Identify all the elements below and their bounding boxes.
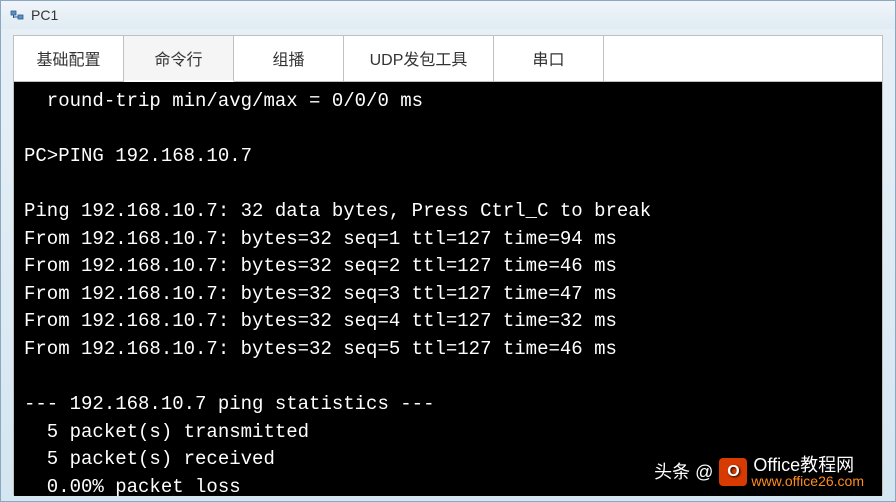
tab-udp-tool[interactable]: UDP发包工具 [344,36,494,81]
titlebar[interactable]: PC1 [1,1,895,29]
terminal-line: From 192.168.10.7: bytes=32 seq=3 ttl=12… [24,283,617,305]
tab-command-line[interactable]: 命令行 [124,36,234,82]
tab-serial[interactable]: 串口 [494,36,604,81]
watermark: 头条 @ O Office教程网 www.office26.com [654,456,864,488]
terminal-line: From 192.168.10.7: bytes=32 seq=2 ttl=12… [24,255,617,277]
app-window: PC1 基础配置 命令行 组播 UDP发包工具 串口 round-trip mi… [0,0,896,502]
terminal-line: From 192.168.10.7: bytes=32 seq=5 ttl=12… [24,338,617,360]
terminal-line: 0.00% packet loss [24,476,241,496]
terminal-line: 5 packet(s) received [24,448,275,470]
terminal-line: Ping 192.168.10.7: 32 data bytes, Press … [24,200,651,222]
app-icon [9,7,25,23]
terminal-line: 5 packet(s) transmitted [24,421,309,443]
tab-basic-config[interactable]: 基础配置 [14,36,124,81]
terminal-line: From 192.168.10.7: bytes=32 seq=1 ttl=12… [24,228,617,250]
terminal-line: PC>PING 192.168.10.7 [24,145,252,167]
content-area: 基础配置 命令行 组播 UDP发包工具 串口 round-trip min/av… [13,35,883,495]
office-logo-icon: O [719,458,747,486]
watermark-brand: Office教程网 [753,456,864,474]
terminal-line: From 192.168.10.7: bytes=32 seq=4 ttl=12… [24,310,617,332]
watermark-url: www.office26.com [751,474,864,488]
terminal-output[interactable]: round-trip min/avg/max = 0/0/0 ms PC>PIN… [14,82,882,496]
tab-bar: 基础配置 命令行 组播 UDP发包工具 串口 [14,36,882,82]
tab-multicast[interactable]: 组播 [234,36,344,81]
watermark-prefix: 头条 @ [654,459,713,485]
terminal-line: round-trip min/avg/max = 0/0/0 ms [24,90,423,112]
terminal-line: --- 192.168.10.7 ping statistics --- [24,393,434,415]
window-title: PC1 [31,7,58,23]
